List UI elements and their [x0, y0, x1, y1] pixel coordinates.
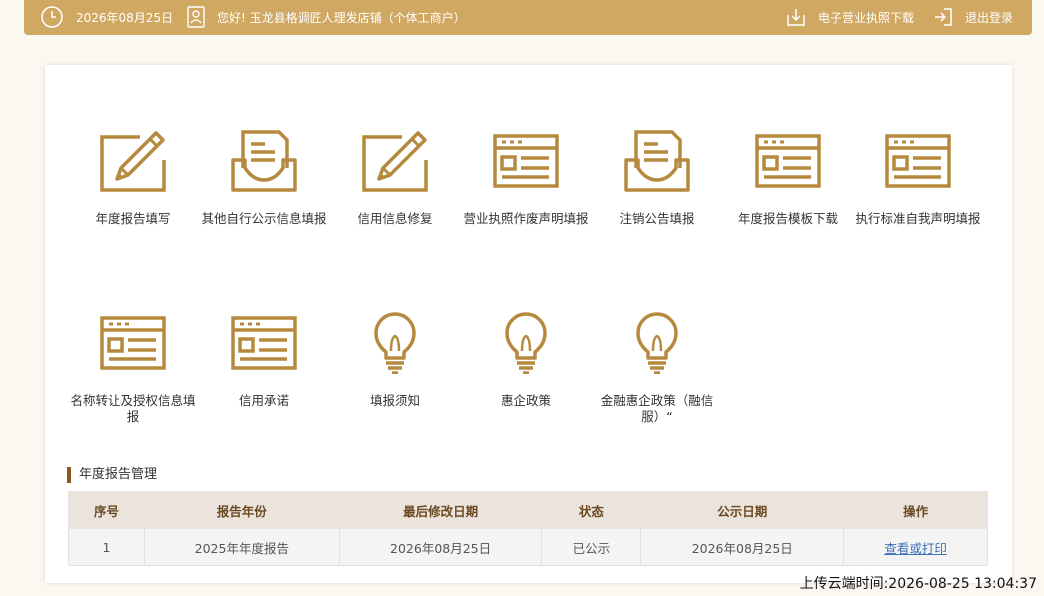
user-greeting: 您好! 玉龙县格调匠人理发店铺（个体工商户） — [217, 10, 466, 25]
tile-label: 其他自行公示信息填报 — [201, 211, 327, 226]
column-header: 公示日期 — [640, 491, 845, 529]
edit-pencil-icon — [100, 130, 166, 192]
tile-label: 信用信息修复 — [357, 211, 433, 226]
lightbulb-icon — [493, 312, 559, 374]
tile-name-transfer[interactable]: 名称转让及授权信息填报 — [67, 312, 199, 425]
tile-filing-notice[interactable]: 填报须知 — [329, 312, 461, 409]
column-header: 操作 — [843, 491, 988, 529]
tile-credit-commitment[interactable]: 信用承诺 — [198, 312, 330, 409]
web-form-icon — [100, 312, 166, 374]
web-form-icon — [755, 130, 821, 192]
current-date: 2026年08月25日 — [76, 10, 174, 25]
web-form-icon — [231, 312, 297, 374]
web-form-icon — [885, 130, 951, 192]
tile-label: 惠企政策 — [500, 393, 551, 408]
tile-label: 年度报告模板下载 — [737, 211, 838, 226]
download-license-button[interactable]: 电子营业执照下载 — [786, 5, 914, 29]
report-year: 2025年年度报告 — [143, 528, 340, 566]
tile-standard-declaration[interactable]: 执行标准自我声明填报 — [852, 130, 984, 227]
section-title: 年度报告管理 — [67, 467, 157, 483]
action-cell: 查看或打印 — [843, 528, 988, 566]
tile-label: 注销公告填报 — [619, 211, 695, 226]
row-index: 1 — [68, 528, 145, 566]
tile-template-download[interactable]: 年度报告模板下载 — [722, 130, 854, 227]
tile-business-policy[interactable]: 惠企政策 — [460, 312, 592, 409]
annual-report-table: 序号 报告年份 最后修改日期 状态 公示日期 操作 1 2025年年度报告 20… — [68, 491, 988, 566]
tile-label: 执行标准自我声明填报 — [855, 211, 981, 226]
last-modified-date: 2026年08月25日 — [338, 528, 543, 566]
clock-icon — [40, 5, 64, 29]
column-header: 报告年份 — [143, 491, 340, 529]
tile-label: 金融惠企政策（融信服）“ — [600, 393, 714, 424]
tile-label: 名称转让及授权信息填报 — [70, 393, 196, 424]
edit-pencil-icon — [362, 130, 428, 192]
tile-label: 营业执照作废声明填报 — [463, 211, 589, 226]
lightbulb-icon — [624, 312, 690, 374]
table-row: 1 2025年年度报告 2026年08月25日 已公示 2026年08月25日 … — [68, 528, 988, 566]
tile-finance-policy[interactable]: 金融惠企政策（融信服）“ — [591, 312, 723, 425]
column-header: 序号 — [68, 491, 145, 529]
download-icon — [786, 7, 806, 27]
tile-label: 填报须知 — [369, 393, 420, 408]
column-header: 最后修改日期 — [338, 491, 543, 529]
status-text: 已公示 — [541, 528, 642, 566]
logout-icon — [933, 7, 953, 27]
table-header-row: 序号 报告年份 最后修改日期 状态 公示日期 操作 — [68, 491, 988, 529]
user-icon — [187, 5, 205, 29]
tile-label: 信用承诺 — [238, 393, 289, 408]
publish-date: 2026年08月25日 — [640, 528, 845, 566]
lightbulb-icon — [362, 312, 428, 374]
upload-time-label: 上传云端时间:2026-08-25 13:04:37 — [799, 576, 1037, 592]
tile-label: 年度报告填写 — [95, 211, 171, 226]
tile-other-disclosure[interactable]: 其他自行公示信息填报 — [198, 130, 330, 227]
tile-annual-report[interactable]: 年度报告填写 — [67, 130, 199, 227]
column-header: 状态 — [541, 491, 642, 529]
logout-button[interactable]: 退出登录 — [933, 5, 1013, 29]
tile-cancellation-notice[interactable]: 注销公告填报 — [591, 130, 723, 227]
logout-label: 退出登录 — [965, 10, 1014, 25]
view-or-print-link[interactable]: 查看或打印 — [884, 541, 947, 556]
top-bar: 2026年08月25日 您好! 玉龙县格调匠人理发店铺（个体工商户） 电子营业执… — [24, 0, 1032, 35]
web-form-icon — [493, 130, 559, 192]
inbox-document-icon — [231, 130, 297, 192]
tile-credit-repair[interactable]: 信用信息修复 — [329, 130, 461, 227]
tile-license-void[interactable]: 营业执照作废声明填报 — [460, 130, 592, 227]
download-license-label: 电子营业执照下载 — [818, 10, 915, 25]
inbox-document-icon — [624, 130, 690, 192]
